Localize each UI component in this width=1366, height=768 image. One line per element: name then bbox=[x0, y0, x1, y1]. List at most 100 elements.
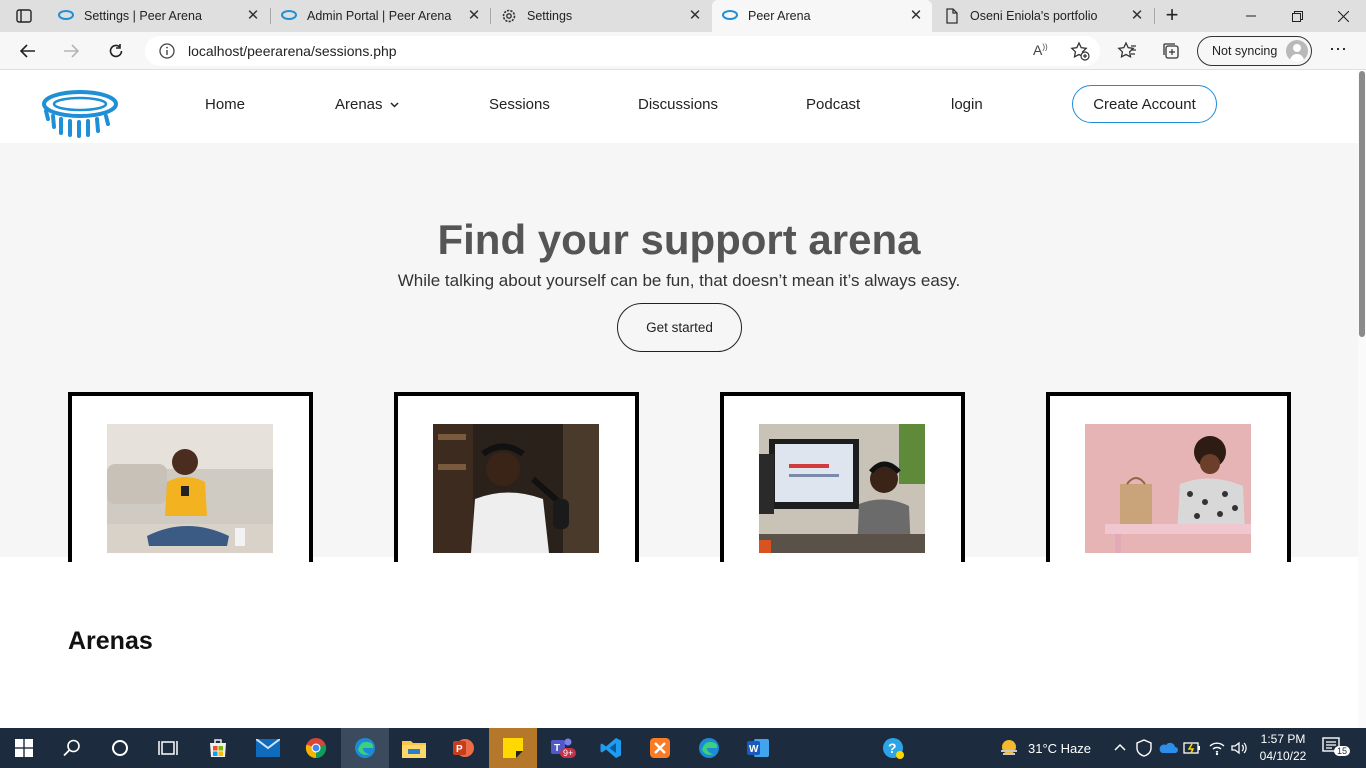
xampp-icon[interactable] bbox=[636, 728, 684, 768]
browser-tab-settings-peer-arena[interactable]: Settings | Peer Arena ✕ bbox=[48, 0, 269, 32]
chrome-icon[interactable] bbox=[292, 728, 340, 768]
tab-actions-icon[interactable] bbox=[8, 4, 40, 28]
browser-tab-strip: Settings | Peer Arena ✕ Admin Portal | P… bbox=[0, 0, 1366, 32]
close-tab-icon[interactable]: ✕ bbox=[466, 8, 482, 24]
minimize-icon[interactable] bbox=[1228, 0, 1274, 32]
close-window-icon[interactable] bbox=[1320, 0, 1366, 32]
edge-dev-icon[interactable] bbox=[685, 728, 733, 768]
nav-login[interactable]: login bbox=[951, 96, 983, 113]
address-bar[interactable]: localhost/peerarena/sessions.php A)) bbox=[145, 36, 1100, 66]
volume-icon[interactable] bbox=[1230, 739, 1248, 757]
arenas-section-heading: Arenas bbox=[68, 627, 153, 655]
windows-security-icon[interactable] bbox=[1135, 739, 1153, 757]
vscode-icon[interactable] bbox=[587, 728, 635, 768]
tab-title: Settings | Peer Arena bbox=[84, 9, 202, 23]
url-text[interactable]: localhost/peerarena/sessions.php bbox=[188, 43, 397, 59]
nav-arenas-label: Arenas bbox=[335, 96, 383, 113]
peer-arena-logo[interactable] bbox=[42, 89, 118, 141]
hero-title: Find your support arena bbox=[437, 216, 921, 263]
tab-title: Settings bbox=[527, 9, 573, 23]
nav-discussions[interactable]: Discussions bbox=[638, 96, 718, 113]
hero-section: Find your support arena While talking ab… bbox=[0, 143, 1358, 562]
back-arrow-icon[interactable] bbox=[14, 37, 42, 65]
browser-tab-settings[interactable]: Settings ✕ bbox=[491, 0, 711, 32]
peer-arena-favicon bbox=[281, 8, 297, 24]
man-podcasting-photo bbox=[433, 424, 599, 553]
forward-arrow-icon[interactable] bbox=[57, 37, 85, 65]
site-info-icon[interactable] bbox=[159, 43, 175, 59]
show-hidden-icons-icon[interactable] bbox=[1113, 740, 1127, 754]
close-tab-icon[interactable]: ✕ bbox=[1129, 8, 1145, 24]
svg-text:W: W bbox=[749, 744, 759, 755]
read-aloud-icon[interactable]: A)) bbox=[1033, 42, 1048, 58]
weather-haze-icon[interactable] bbox=[998, 738, 1020, 758]
tab-separator bbox=[1154, 8, 1155, 24]
page-viewport: Home Arenas Sessions Discussions Podcast… bbox=[0, 71, 1366, 728]
edge-icon[interactable] bbox=[341, 728, 389, 768]
site-header: Home Arenas Sessions Discussions Podcast… bbox=[0, 71, 1358, 143]
task-view-icon[interactable] bbox=[144, 728, 192, 768]
profile-sync-button[interactable]: Not syncing bbox=[1197, 36, 1312, 66]
browser-tab-portfolio[interactable]: Oseni Eniola's portfolio ✕ bbox=[934, 0, 1153, 32]
wifi-icon[interactable] bbox=[1208, 739, 1226, 757]
woman-on-phone-photo bbox=[107, 424, 273, 553]
word-icon[interactable]: W bbox=[734, 728, 782, 768]
page-icon bbox=[944, 8, 960, 24]
arena-card[interactable] bbox=[68, 392, 313, 562]
onedrive-icon[interactable] bbox=[1158, 740, 1178, 754]
refresh-icon[interactable] bbox=[102, 37, 130, 65]
windows-start-icon[interactable] bbox=[0, 728, 48, 768]
arena-card[interactable] bbox=[720, 392, 965, 562]
browser-toolbar: localhost/peerarena/sessions.php A)) Not… bbox=[0, 32, 1366, 70]
boy-at-computer-photo bbox=[759, 424, 925, 553]
page-scrollbar[interactable] bbox=[1358, 71, 1366, 728]
nav-home[interactable]: Home bbox=[205, 96, 245, 113]
favorites-icon[interactable] bbox=[1116, 40, 1138, 62]
taskbar-clock[interactable]: 1:57 PM 04/10/22 bbox=[1250, 731, 1316, 765]
create-account-button[interactable]: Create Account bbox=[1072, 85, 1217, 123]
sticky-notes-icon[interactable] bbox=[489, 728, 537, 768]
close-tab-icon[interactable]: ✕ bbox=[687, 8, 703, 24]
hero-subtitle: While talking about yourself can be fun,… bbox=[397, 271, 961, 290]
add-favorite-icon[interactable] bbox=[1070, 41, 1090, 61]
battery-icon[interactable] bbox=[1183, 739, 1201, 757]
search-icon[interactable] bbox=[48, 728, 96, 768]
peer-arena-favicon bbox=[722, 8, 738, 24]
mail-icon[interactable] bbox=[244, 728, 292, 768]
nav-sessions[interactable]: Sessions bbox=[489, 96, 550, 113]
new-tab-icon[interactable]: + bbox=[1160, 4, 1184, 28]
clock-time: 1:57 PM bbox=[1260, 732, 1306, 746]
browser-tab-peer-arena[interactable]: Peer Arena ✕ bbox=[712, 0, 932, 32]
clock-date: 04/10/22 bbox=[1259, 749, 1307, 763]
scrollbar-thumb[interactable] bbox=[1359, 71, 1365, 337]
collections-icon[interactable] bbox=[1160, 40, 1182, 62]
gear-icon bbox=[501, 8, 517, 24]
file-explorer-icon[interactable] bbox=[390, 728, 438, 768]
close-tab-icon[interactable]: ✕ bbox=[908, 8, 924, 24]
svg-text:?: ? bbox=[888, 740, 897, 756]
browser-tab-admin-portal[interactable]: Admin Portal | Peer Arena ✕ bbox=[271, 0, 490, 32]
teams-notification-badge: 9+ bbox=[560, 748, 577, 758]
nav-arenas[interactable]: Arenas bbox=[335, 96, 399, 113]
get-started-button[interactable]: Get started bbox=[617, 303, 742, 352]
woman-thinking-photo bbox=[1085, 424, 1251, 553]
close-tab-icon[interactable]: ✕ bbox=[245, 8, 261, 24]
weather-text[interactable]: 31°C Haze bbox=[1028, 741, 1091, 756]
avatar bbox=[1286, 40, 1308, 62]
restore-icon[interactable] bbox=[1274, 0, 1320, 32]
teams-icon[interactable]: T 9+ bbox=[538, 728, 586, 768]
arena-card[interactable] bbox=[1046, 392, 1291, 562]
more-options-icon[interactable]: ⋯ bbox=[1326, 40, 1350, 62]
windows-taskbar: P T 9+ W ? 31°C Haze 1:57 PM 04/10/22 15 bbox=[0, 728, 1366, 768]
notification-center-icon[interactable]: 15 bbox=[1322, 736, 1351, 760]
notification-count-badge: 15 bbox=[1334, 746, 1351, 756]
cortana-icon[interactable] bbox=[96, 728, 144, 768]
powerpoint-icon[interactable]: P bbox=[439, 728, 487, 768]
arena-card[interactable] bbox=[394, 392, 639, 562]
tab-title: Peer Arena bbox=[748, 9, 811, 23]
microsoft-store-icon[interactable] bbox=[194, 728, 242, 768]
help-icon[interactable]: ? bbox=[869, 728, 917, 768]
nav-podcast[interactable]: Podcast bbox=[806, 96, 860, 113]
peer-arena-favicon bbox=[58, 8, 74, 24]
tab-title: Admin Portal | Peer Arena bbox=[307, 9, 452, 23]
